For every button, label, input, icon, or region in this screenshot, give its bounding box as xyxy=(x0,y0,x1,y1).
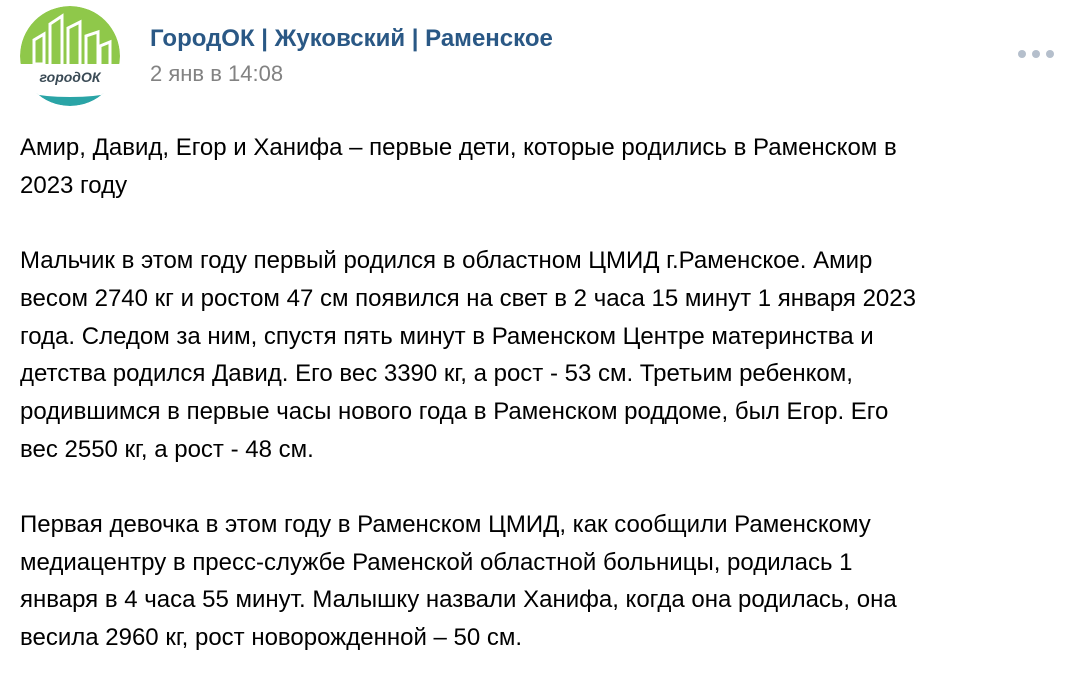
post-paragraph: Мальчик в этом году первый родился в обл… xyxy=(20,247,916,463)
post-header: городОК ГородОК | Жуковский | Раменское … xyxy=(20,6,1054,106)
author-name-link[interactable]: ГородОК | Жуковский | Раменское xyxy=(150,25,553,53)
logo-text: городОК xyxy=(40,69,102,85)
post-date-link[interactable]: 2 янв в 14:08 xyxy=(150,61,283,87)
dot xyxy=(1018,50,1026,58)
dot xyxy=(1032,50,1040,58)
more-horizontal-icon[interactable] xyxy=(1018,42,1054,66)
post-paragraph: Первая девочка в этом году в Раменском Ц… xyxy=(20,511,897,652)
dot xyxy=(1046,50,1054,58)
post-paragraph: Амир, Давид, Егор и Ханифа – первые дети… xyxy=(20,134,897,199)
post-text: Амир, Давид, Егор и Ханифа – первые дети… xyxy=(20,129,1060,695)
gorodok-logo: городОК xyxy=(20,6,120,106)
avatar[interactable]: городОК xyxy=(20,6,120,106)
